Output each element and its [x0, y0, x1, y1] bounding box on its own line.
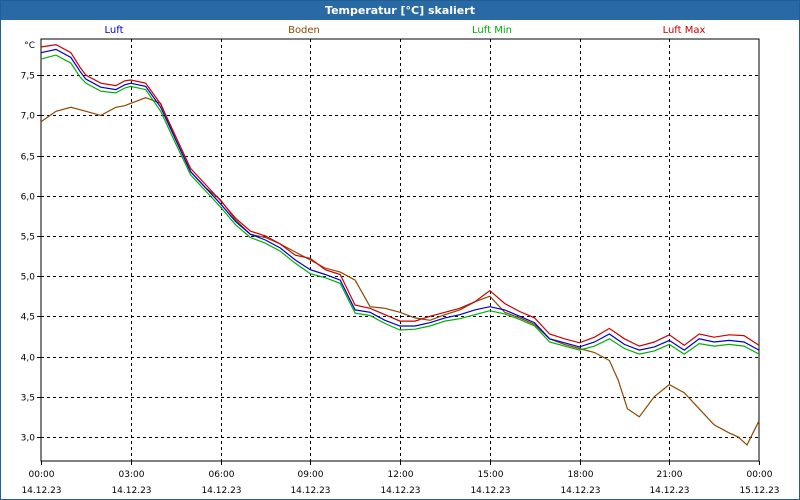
y-tick-label: 3,0 — [21, 434, 36, 444]
y-tick-label: 6,0 — [21, 193, 36, 203]
x-tick-label-date: 14.12.23 — [560, 486, 600, 496]
x-tick-label-time: 15:00 — [478, 470, 504, 480]
y-tick-label: 3,5 — [21, 394, 35, 404]
x-tick-label-date: 14.12.23 — [649, 486, 689, 496]
x-tick-label-time: 18:00 — [568, 470, 594, 480]
x-tick-label-time: 00:00 — [747, 470, 773, 480]
x-tick-label-date: 14.12.23 — [470, 486, 510, 496]
x-tick-label-date: 14.12.23 — [201, 486, 241, 496]
y-tick-label: 5,0 — [21, 273, 36, 283]
y-tick-label: 7,0 — [21, 112, 36, 122]
y-tick-label: 4,0 — [21, 354, 36, 364]
y-tick-label: 5,5 — [21, 233, 35, 243]
y-axis-unit: °C — [24, 41, 35, 51]
x-tick-label-time: 09:00 — [298, 470, 324, 480]
x-tick-label-date: 14.12.23 — [21, 486, 61, 496]
temperature-chart: 3,0 3,5 4,0 4,5 5,0 5,5 6,0 6,5 7,0 7,5 °C 00:00 14.… — [21, 38, 780, 496]
x-tick-label-time: 06:00 — [209, 470, 235, 480]
x-tick-label-date: 14.12.23 — [290, 486, 330, 496]
y-tick-label: 6,5 — [21, 153, 35, 163]
y-tick-label: 4,5 — [21, 313, 35, 323]
x-tick-label-date: 14.12.23 — [111, 486, 151, 496]
x-tick-label-date: 14.12.23 — [380, 486, 420, 496]
x-tick-label-time: 21:00 — [657, 470, 683, 480]
x-tick-label-date: 15.12.23 — [739, 486, 779, 496]
chart-window: Temperatur [°C] skaliert Luft Boden Luft M… — [0, 0, 800, 500]
x-tick-label-time: 12:00 — [388, 470, 414, 480]
x-tick-label-time: 00:00 — [29, 470, 55, 480]
x-tick-label-time: 03:00 — [119, 470, 145, 480]
y-tick-label: 7,5 — [21, 72, 35, 82]
